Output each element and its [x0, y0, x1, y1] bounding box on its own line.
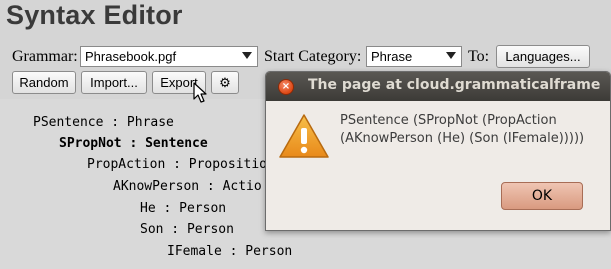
tree-node-selected[interactable]: SPropNot : Sentence — [59, 136, 208, 151]
dialog-titlebar: × The page at cloud.grammaticalframe — [266, 72, 610, 101]
tree-node[interactable]: IFemale : Person — [167, 244, 292, 259]
start-category-label: Start Category: — [264, 48, 362, 65]
dialog-title: The page at cloud.grammaticalframe — [308, 77, 601, 93]
tree-node[interactable]: Son : Person — [140, 222, 234, 237]
tree-node[interactable]: He : Person — [140, 201, 226, 216]
chevron-down-icon — [446, 52, 456, 59]
tree-node[interactable]: PSentence : Phrase — [33, 115, 174, 130]
warning-icon — [279, 114, 329, 158]
dialog-message: PSentence (SPropNot (PropAction (AKnowPe… — [340, 113, 585, 146]
start-category-select[interactable]: Phrase — [366, 46, 462, 67]
grammar-toolbar: Grammar: Phrasebook.pgf Start Category: … — [12, 45, 611, 69]
grammar-label: Grammar: — [12, 48, 78, 65]
tree-node[interactable]: PropAction : Propositio — [87, 157, 267, 172]
languages-button[interactable]: Languages... — [496, 45, 590, 68]
gear-icon: ⚙ — [219, 75, 231, 90]
settings-button[interactable]: ⚙ — [211, 71, 239, 94]
page-title: Syntax Editor — [6, 0, 183, 30]
start-category-select-value: Phrase — [371, 49, 413, 64]
alert-dialog: × The page at cloud.grammaticalframe PSe… — [265, 71, 611, 231]
tree-node[interactable]: AKnowPerson : Actio — [113, 179, 262, 194]
ok-button[interactable]: OK — [501, 182, 583, 210]
mouse-pointer-icon — [193, 82, 207, 103]
import-button[interactable]: Import... — [81, 71, 147, 94]
grammar-select-value: Phrasebook.pgf — [85, 49, 177, 64]
chevron-down-icon — [242, 52, 252, 59]
close-icon[interactable]: × — [278, 79, 294, 95]
to-label: To: — [468, 48, 490, 65]
grammar-select[interactable]: Phrasebook.pgf — [80, 46, 258, 67]
random-button[interactable]: Random — [12, 71, 76, 94]
